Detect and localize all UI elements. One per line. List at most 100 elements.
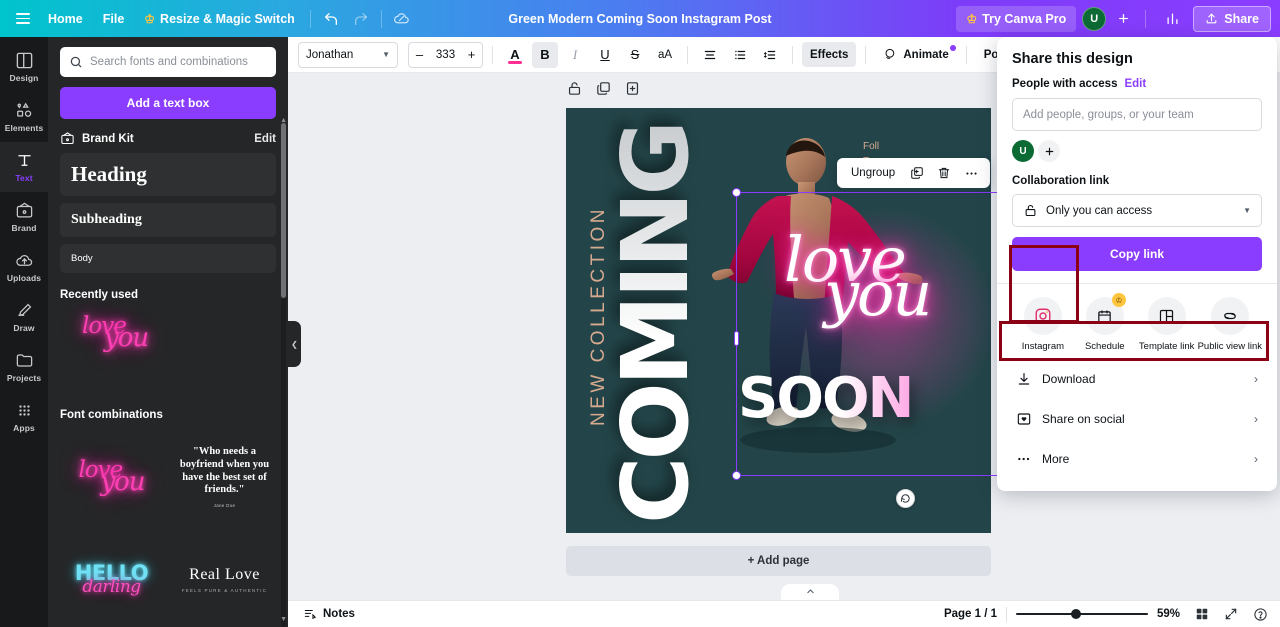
plus-icon	[1045, 147, 1053, 155]
bullet-list-button[interactable]	[727, 42, 753, 68]
ungroup-button[interactable]: Ungroup	[844, 164, 902, 182]
share-app-schedule[interactable]: ♔ Schedule	[1074, 293, 1136, 356]
sidebar-item-elements[interactable]: Elements	[0, 92, 48, 142]
header-divider-2	[380, 9, 382, 28]
cloud-sync-button[interactable]	[387, 5, 417, 33]
add-collaborator-button[interactable]	[1112, 8, 1134, 30]
search-input[interactable]	[90, 56, 267, 68]
add-people-input-wrap[interactable]	[1012, 98, 1262, 131]
more-options-button[interactable]	[959, 161, 983, 185]
redo-button[interactable]	[346, 5, 376, 33]
add-person-button[interactable]	[1038, 140, 1060, 162]
combo-reallove-line1: Real Love	[189, 565, 260, 583]
panel-collapse-handle[interactable]: ❮	[288, 321, 301, 367]
text-color-button[interactable]: A	[502, 42, 528, 68]
recent-font-item-love-you[interactable]: love you	[82, 315, 149, 351]
duplicate-icon[interactable]	[595, 80, 612, 97]
delete-element-button[interactable]	[932, 161, 956, 185]
font-combo-hello-darling[interactable]: HELLO darling	[60, 533, 163, 625]
grid-view-button[interactable]	[1192, 604, 1212, 624]
edit-access-link[interactable]: Edit	[1124, 78, 1146, 90]
font-size-stepper[interactable]: – +	[408, 41, 483, 68]
sidebar-item-draw[interactable]: Draw	[0, 292, 48, 342]
font-style-heading[interactable]: Heading	[60, 153, 276, 196]
animate-button[interactable]: Animate	[875, 42, 956, 67]
download-row[interactable]: Download ›	[1012, 359, 1262, 399]
share-on-social-row[interactable]: Share on social ›	[1012, 399, 1262, 439]
share-app-template-link[interactable]: Template link	[1136, 295, 1198, 356]
selection-handle-bottom-left[interactable]	[732, 471, 741, 480]
undo-button[interactable]	[316, 5, 346, 33]
font-search-box[interactable]	[60, 47, 276, 77]
notes-button[interactable]: Notes	[298, 604, 360, 624]
share-app-public-view-link-label: Public view link	[1197, 341, 1262, 352]
help-button[interactable]	[1250, 604, 1270, 624]
zoom-slider-knob[interactable]	[1071, 609, 1081, 619]
template-icon	[1160, 309, 1174, 323]
strikethrough-button[interactable]: S	[622, 42, 648, 68]
font-combo-real-love[interactable]: Real Love FEELS PURE & AUTHENTIC	[173, 533, 276, 625]
add-people-input[interactable]	[1023, 108, 1251, 121]
duplicate-element-button[interactable]	[905, 161, 929, 185]
new-collection-label[interactable]: NEW COLLECTION	[588, 206, 610, 426]
font-size-decrease-button[interactable]: –	[409, 43, 430, 67]
scroll-up-arrow[interactable]: ▲	[280, 117, 287, 124]
text-align-button[interactable]	[697, 42, 723, 68]
selection-handle-top-left[interactable]	[732, 188, 741, 197]
font-family-select[interactable]: Jonathan ▼	[298, 41, 398, 68]
brand-kit-edit-link[interactable]: Edit	[254, 133, 276, 145]
copy-link-button[interactable]: Copy link	[1012, 237, 1262, 271]
share-app-public-view-link[interactable]: Public view link	[1198, 295, 1262, 356]
lock-icon[interactable]	[566, 80, 583, 97]
sidebar-label-elements: Elements	[4, 123, 44, 133]
hide-panel-toggle[interactable]	[781, 584, 839, 600]
hamburger-menu-button[interactable]	[8, 5, 38, 33]
underline-button[interactable]: U	[592, 42, 618, 68]
bold-button[interactable]: B	[532, 41, 558, 68]
add-page-button[interactable]: + Add page	[566, 546, 991, 576]
more-row[interactable]: More ›	[1012, 439, 1262, 479]
sidebar-item-projects[interactable]: Projects	[0, 342, 48, 392]
sidebar-item-uploads[interactable]: Uploads	[0, 242, 48, 292]
letter-case-button[interactable]: aA	[652, 42, 678, 68]
share-app-instagram[interactable]: Instagram	[1012, 295, 1074, 356]
selection-handle-mid-left[interactable]	[734, 331, 739, 346]
access-level-select[interactable]: Only you can access ▼	[1012, 194, 1262, 227]
share-apps-row: Instagram ♔ Schedule Template link Publi…	[1012, 284, 1262, 359]
font-size-input[interactable]	[430, 48, 461, 61]
add-page-icon[interactable]	[624, 80, 641, 97]
insights-button[interactable]	[1157, 5, 1187, 33]
zoom-slider[interactable]	[1016, 607, 1148, 621]
try-canva-pro-button[interactable]: ♔ Try Canva Pro	[956, 5, 1077, 32]
model-photo[interactable]	[706, 128, 941, 528]
sidebar-item-text[interactable]: Text	[0, 142, 48, 192]
font-style-body[interactable]: Body	[60, 244, 276, 273]
text-color-letter: A	[510, 47, 520, 62]
page-indicator: Page 1 / 1	[943, 608, 997, 620]
font-combo-love-you[interactable]: love you	[60, 431, 163, 523]
effects-button[interactable]: Effects	[802, 42, 857, 67]
share-app-schedule-label: Schedule	[1084, 341, 1125, 352]
menu-item-home[interactable]: Home	[38, 6, 93, 32]
italic-button[interactable]: I	[562, 42, 588, 68]
toolbar-divider-3	[792, 45, 793, 64]
line-spacing-button[interactable]	[757, 42, 783, 68]
sidebar-item-brand[interactable]: Brand	[0, 192, 48, 242]
avatar[interactable]: U	[1082, 6, 1107, 31]
rotate-handle[interactable]	[896, 489, 915, 508]
fullscreen-button[interactable]	[1221, 604, 1241, 624]
add-text-box-button[interactable]: Add a text box	[60, 87, 276, 119]
font-style-subheading[interactable]: Subheading	[60, 203, 276, 237]
scroll-down-arrow[interactable]: ▼	[280, 616, 287, 623]
font-combo-quote[interactable]: "Who needs a boyfriend when you have the…	[173, 431, 276, 523]
menu-item-file[interactable]: File	[93, 6, 135, 32]
menu-item-resize-magic-switch[interactable]: ♔ Resize & Magic Switch	[134, 6, 305, 32]
sidebar-item-apps[interactable]: Apps	[0, 392, 48, 442]
toolbar-divider-2	[687, 45, 688, 64]
sidebar-item-design[interactable]: Design	[0, 42, 48, 92]
soon-text[interactable]: SOON	[738, 366, 914, 431]
panel-scrollbar-thumb[interactable]	[281, 123, 286, 298]
font-size-increase-button[interactable]: +	[461, 43, 482, 67]
share-button[interactable]: Share	[1193, 5, 1271, 32]
avatar[interactable]: U	[1012, 140, 1034, 162]
